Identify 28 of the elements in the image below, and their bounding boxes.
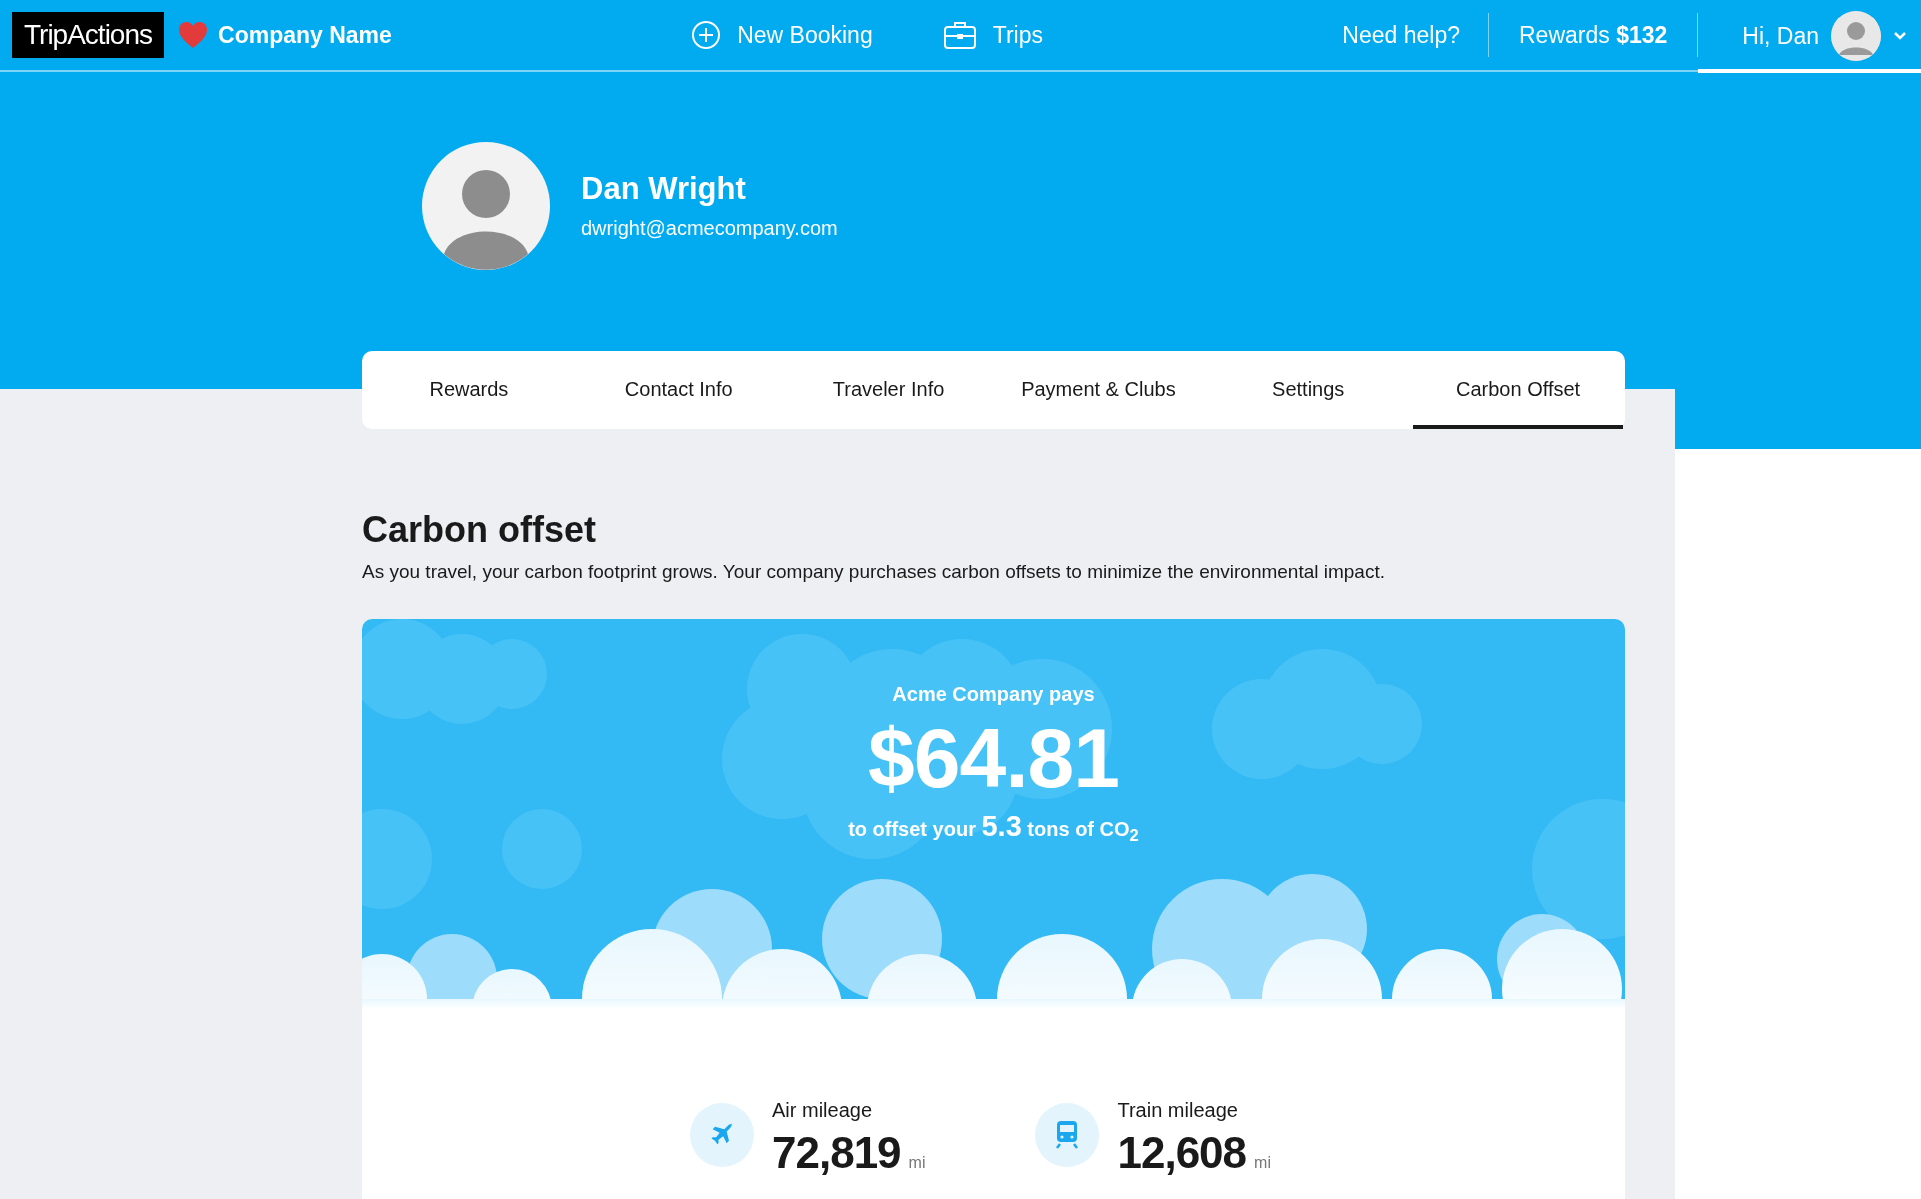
tab[interactable]: Carbon Offset [1413,351,1623,429]
heart-icon [178,21,208,49]
section-description: As you travel, your carbon footprint grows. Your company purchases carbon offsets to minimize the environmental impact. [362,561,1386,583]
plus-circle-icon [691,20,722,50]
briefcase-icon [942,20,977,50]
mileage-value: 72,819 [772,1128,901,1178]
section-title: Carbon offset [362,509,597,551]
tab[interactable]: Payment & Clubs [993,351,1204,429]
train-icon [1055,1120,1080,1150]
profile-email: dwright@acmecompany.com [581,217,838,240]
tab[interactable]: Traveler Info [783,351,994,429]
company-name: Company Name [218,21,392,49]
offset-detail: to offset your 5.3 tons of CO$_{2}$ [847,810,1140,847]
avatar-icon [422,141,550,270]
tab[interactable]: Contact Info [573,351,784,429]
logo[interactable]: TripActions [12,12,164,58]
avatar-icon [1831,11,1881,61]
tab[interactable]: Settings [1203,351,1414,429]
profile-name: Dan Wright [581,171,747,207]
mileage-label: Train mileage [1117,1099,1239,1122]
tab[interactable]: Rewards [364,351,574,429]
mileage-unit: mi [908,1154,926,1172]
payer-label: Acme Company pays [891,683,1096,706]
chevron-down-icon [1893,31,1907,41]
mileage-unit: mi [1254,1154,1271,1172]
mileage-label: Air mileage [772,1099,874,1122]
mileage-value: 12,608 [1117,1128,1247,1178]
offset-amount: $64.81 [867,712,1120,805]
